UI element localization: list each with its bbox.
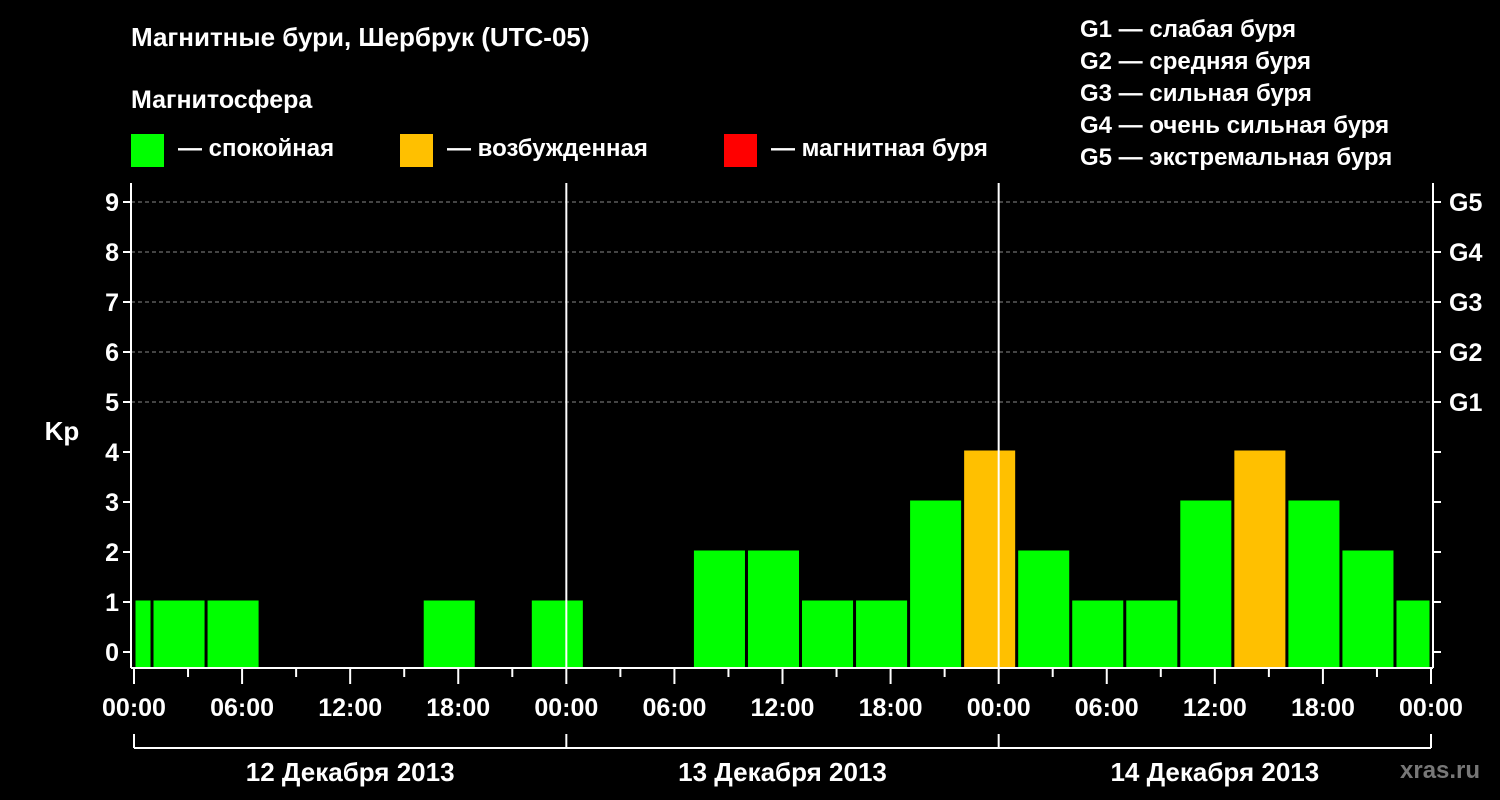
kp-bar [1396, 600, 1430, 668]
x-tick-label: 00:00 [102, 694, 166, 722]
x-tick-label: 00:00 [1399, 694, 1463, 722]
y-tick-label: 3 [105, 489, 119, 517]
y-tick-label: 2 [105, 539, 119, 567]
x-tick-label: 06:00 [642, 694, 706, 722]
kp-bar [856, 600, 908, 668]
x-tick-label: 00:00 [967, 694, 1031, 722]
kp-bar [1234, 450, 1286, 668]
x-tick-label: 06:00 [210, 694, 274, 722]
x-tick-label: 12:00 [751, 694, 815, 722]
x-tick-label: 12:00 [1183, 694, 1247, 722]
kp-bar [1126, 600, 1178, 668]
g-level-label: G2 [1449, 339, 1482, 367]
y-tick-label: 5 [105, 389, 119, 417]
x-tick-label: 12:00 [318, 694, 382, 722]
kp-bar [964, 450, 1016, 668]
g-level-label: G3 [1449, 289, 1482, 317]
kp-bar [693, 550, 745, 668]
kp-bar [531, 600, 583, 668]
kp-bar [1018, 550, 1070, 668]
y-tick-label: 0 [105, 639, 119, 667]
g-level-label: G1 [1449, 389, 1482, 417]
kp-bar [1288, 500, 1340, 668]
x-tick-label: 18:00 [859, 694, 923, 722]
day-label: 12 Декабря 2013 [246, 757, 455, 787]
x-tick-label: 18:00 [1291, 694, 1355, 722]
kp-bar [1342, 550, 1394, 668]
kp-bar-chart: 0 1 2 3 4 5 6 7 8 9 G1 G2 G3 G4 G5 Kp 00:00 06:00 12:00 18:… [45, 183, 1482, 787]
day-label: 13 Декабря 2013 [678, 757, 887, 787]
watermark: xras.ru [1400, 757, 1481, 784]
kp-bar [153, 600, 205, 668]
g-level-label: G5 [1449, 189, 1482, 217]
kp-bar [910, 500, 962, 668]
kp-bar [747, 550, 800, 668]
y-tick-label: 1 [105, 589, 119, 617]
y-tick-label: 8 [105, 239, 119, 267]
x-tick-label: 00:00 [534, 694, 598, 722]
x-tick-label: 18:00 [426, 694, 490, 722]
kp-bar [1072, 600, 1124, 668]
kp-bar [802, 600, 854, 668]
day-label: 14 Декабря 2013 [1110, 757, 1319, 787]
y-tick-label: 4 [105, 439, 119, 467]
g-level-label: G4 [1449, 239, 1482, 267]
y-tick-label: 9 [105, 189, 119, 217]
kp-bar [423, 600, 475, 668]
y-axis-label: Kp [45, 416, 80, 446]
y-tick-label: 7 [105, 289, 119, 317]
kp-bar [1180, 500, 1232, 668]
x-tick-label: 06:00 [1075, 694, 1139, 722]
y-tick-label: 6 [105, 339, 119, 367]
kp-bar [207, 600, 259, 668]
kp-bar [135, 600, 151, 668]
